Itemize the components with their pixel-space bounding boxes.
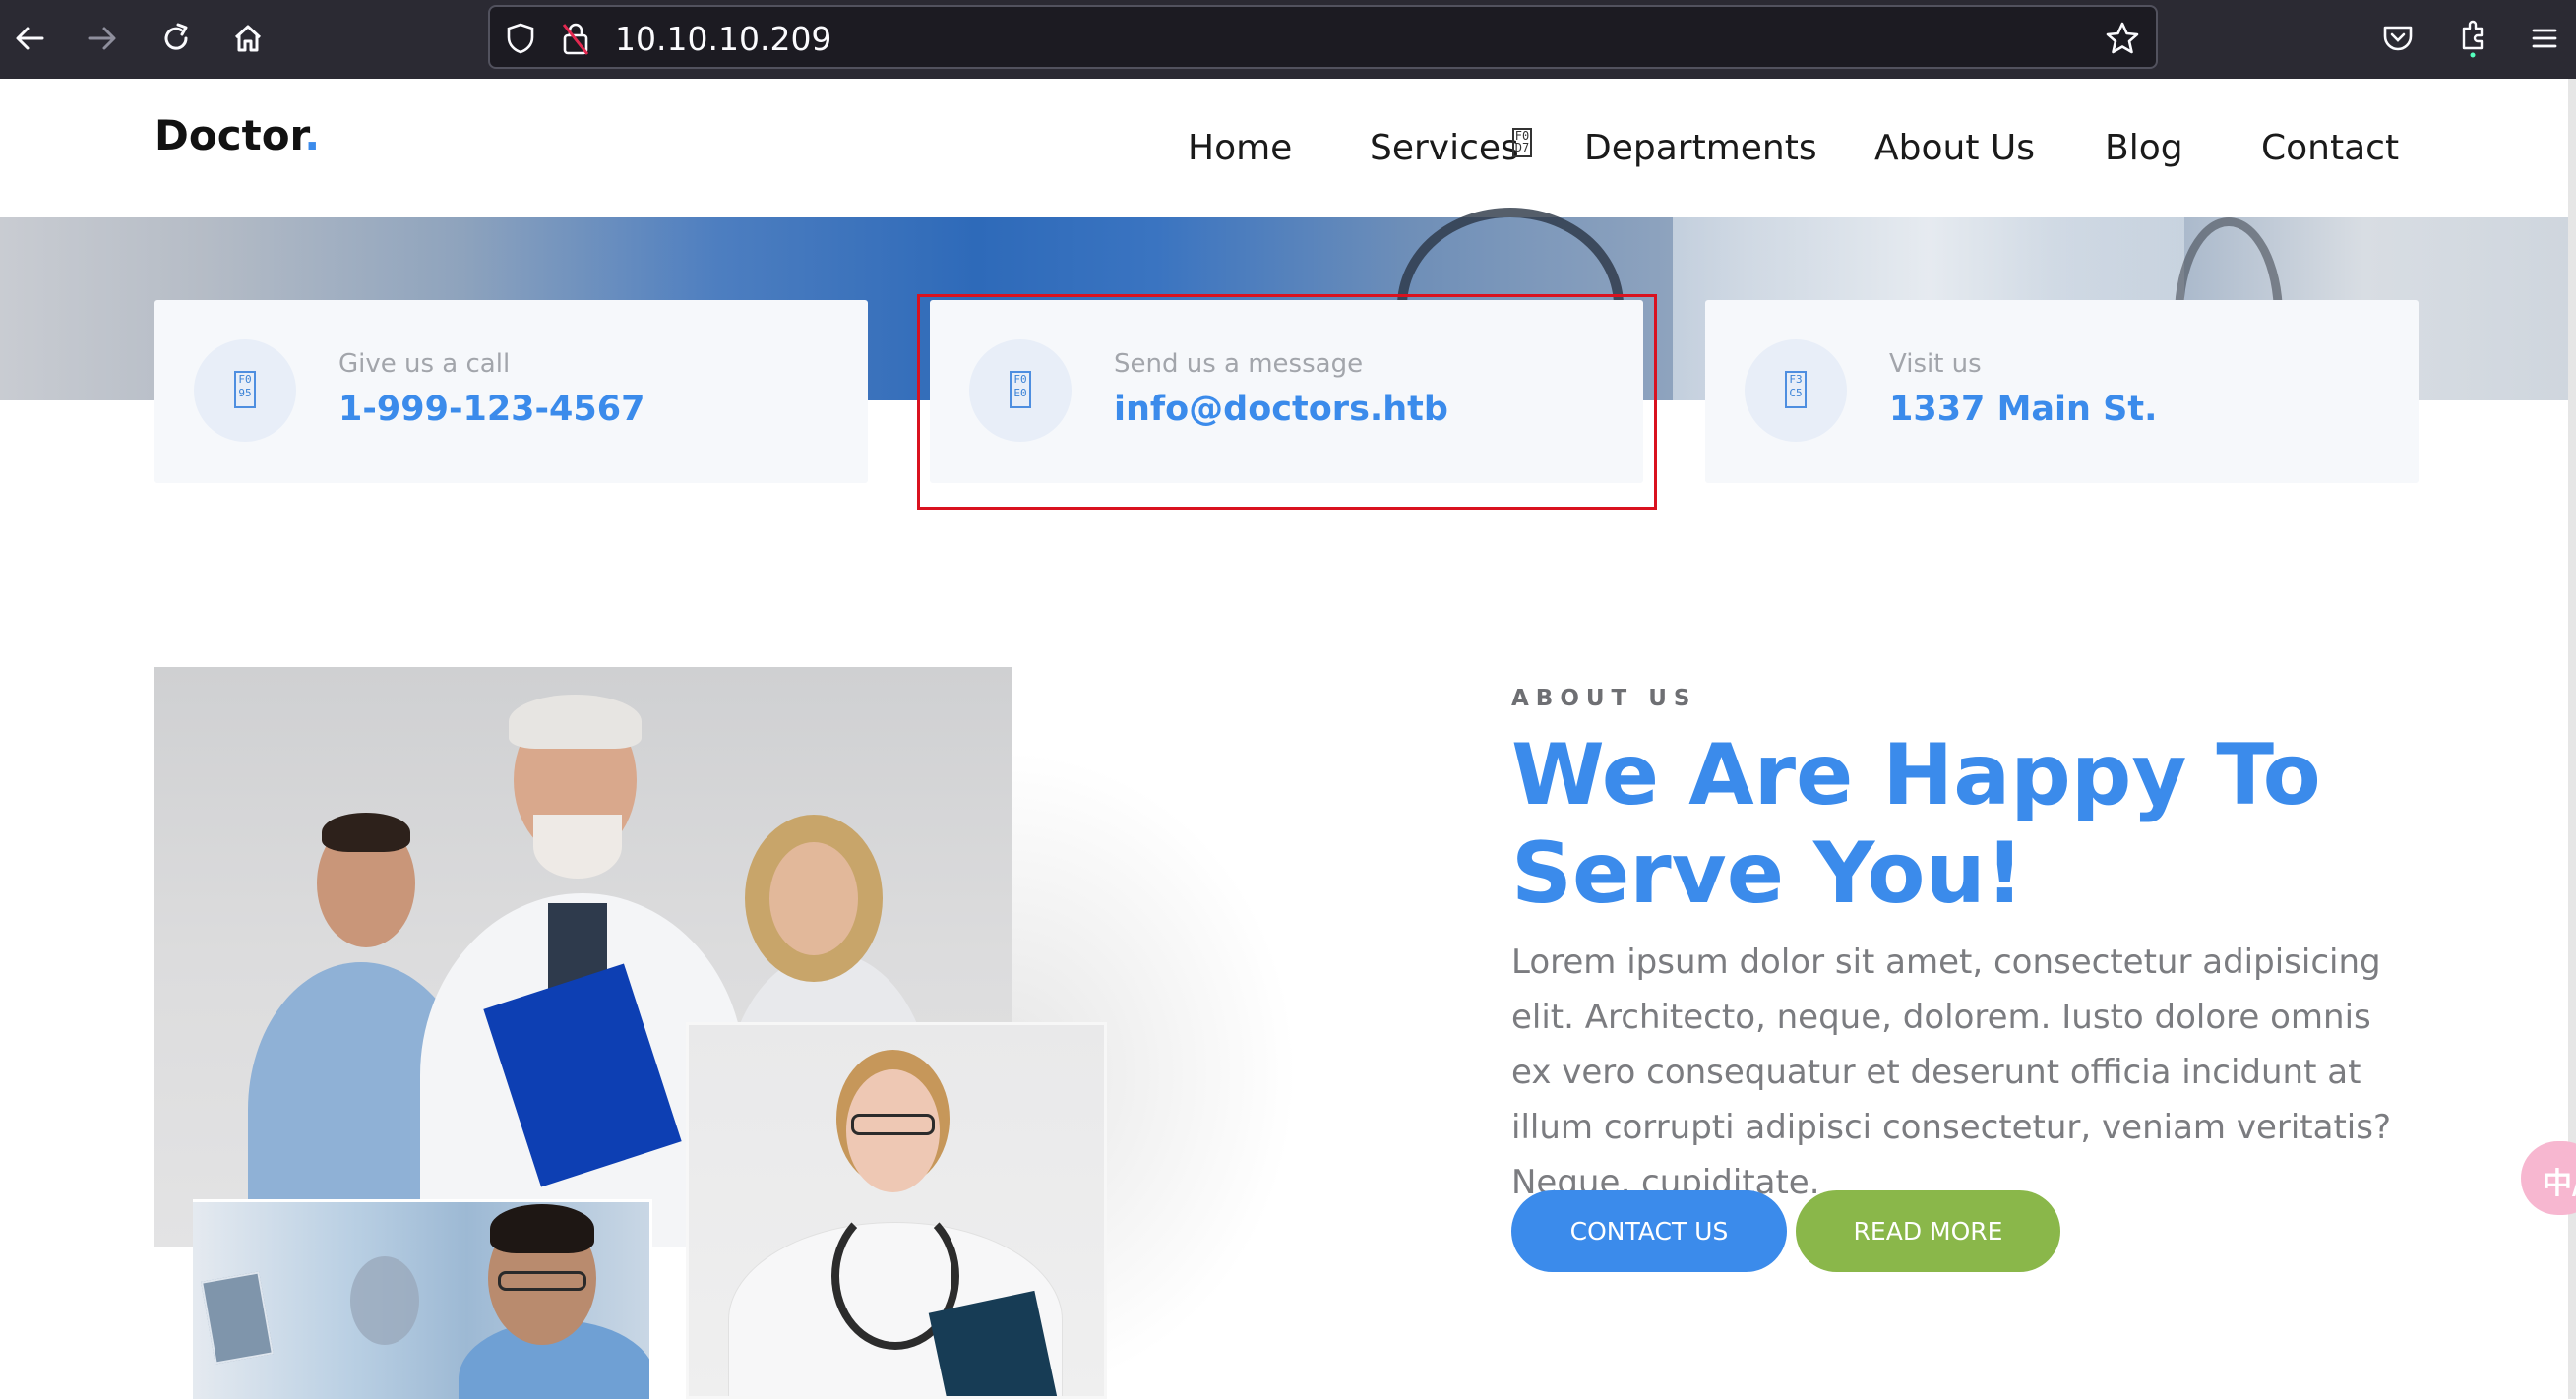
about-eyebrow: ABOUT US	[1511, 686, 1697, 711]
nav-departments[interactable]: Departments	[1584, 128, 1817, 168]
map-marker-icon: F3 C5	[1785, 371, 1807, 408]
street-address[interactable]: 1337 Main St.	[1889, 390, 2157, 429]
contact-us-button[interactable]: CONTACT US	[1511, 1190, 1787, 1272]
nav-services[interactable]: Services	[1370, 128, 1519, 168]
highlight-box	[917, 294, 1657, 510]
url-text[interactable]: 10.10.10.209	[615, 20, 831, 58]
forward-icon[interactable]	[76, 12, 129, 65]
menu-icon[interactable]	[2518, 12, 2571, 65]
nav-about-us[interactable]: About Us	[1874, 128, 2035, 168]
glasses-graphic	[498, 1271, 586, 1291]
pocket-icon[interactable]	[2371, 12, 2424, 65]
browser-toolbar: 10.10.10.209	[0, 0, 2576, 79]
nav-blog[interactable]: Blog	[2105, 128, 2183, 168]
about-paragraph: Lorem ipsum dolor sit amet, consectetur …	[1511, 943, 2391, 1202]
about-headline: We Are Happy To Serve You!	[1511, 726, 2321, 923]
visit-label: Visit us	[1889, 349, 1982, 379]
read-more-button[interactable]: READ MORE	[1796, 1190, 2060, 1272]
nav-home[interactable]: Home	[1188, 128, 1292, 168]
address-bar[interactable]: 10.10.10.209	[488, 5, 2158, 69]
bookmark-star-icon[interactable]	[2105, 21, 2140, 56]
reload-icon[interactable]	[150, 12, 203, 65]
back-icon[interactable]	[3, 12, 56, 65]
call-label: Give us a call	[338, 349, 511, 379]
phone-icon-circle: F0 95	[194, 339, 296, 442]
services-dropdown-icon[interactable]: F0 D7	[1512, 128, 1532, 157]
site-navbar: Doctor. Home Services F0 D7 Departments …	[0, 79, 2576, 217]
female-doctor-photo	[686, 1022, 1107, 1399]
translate-widget[interactable]: 中/	[2521, 1141, 2576, 1215]
xray-film-graphic	[201, 1271, 274, 1365]
extensions-icon[interactable]	[2446, 12, 2499, 65]
phone-icon: F0 95	[234, 371, 256, 408]
home-icon[interactable]	[221, 12, 275, 65]
map-marker-icon-circle: F3 C5	[1745, 339, 1847, 442]
tracking-shield-icon[interactable]	[506, 23, 535, 54]
insecure-lock-icon[interactable]	[561, 21, 590, 56]
call-card: F0 95 Give us a call 1-999-123-4567	[154, 300, 868, 483]
xray-doctor-photo	[193, 1199, 652, 1399]
visit-card: F3 C5 Visit us 1337 Main St.	[1705, 300, 2419, 483]
nav-contact[interactable]: Contact	[2261, 128, 2399, 168]
site-logo[interactable]: Doctor.	[154, 111, 320, 159]
phone-number[interactable]: 1-999-123-4567	[338, 390, 644, 429]
